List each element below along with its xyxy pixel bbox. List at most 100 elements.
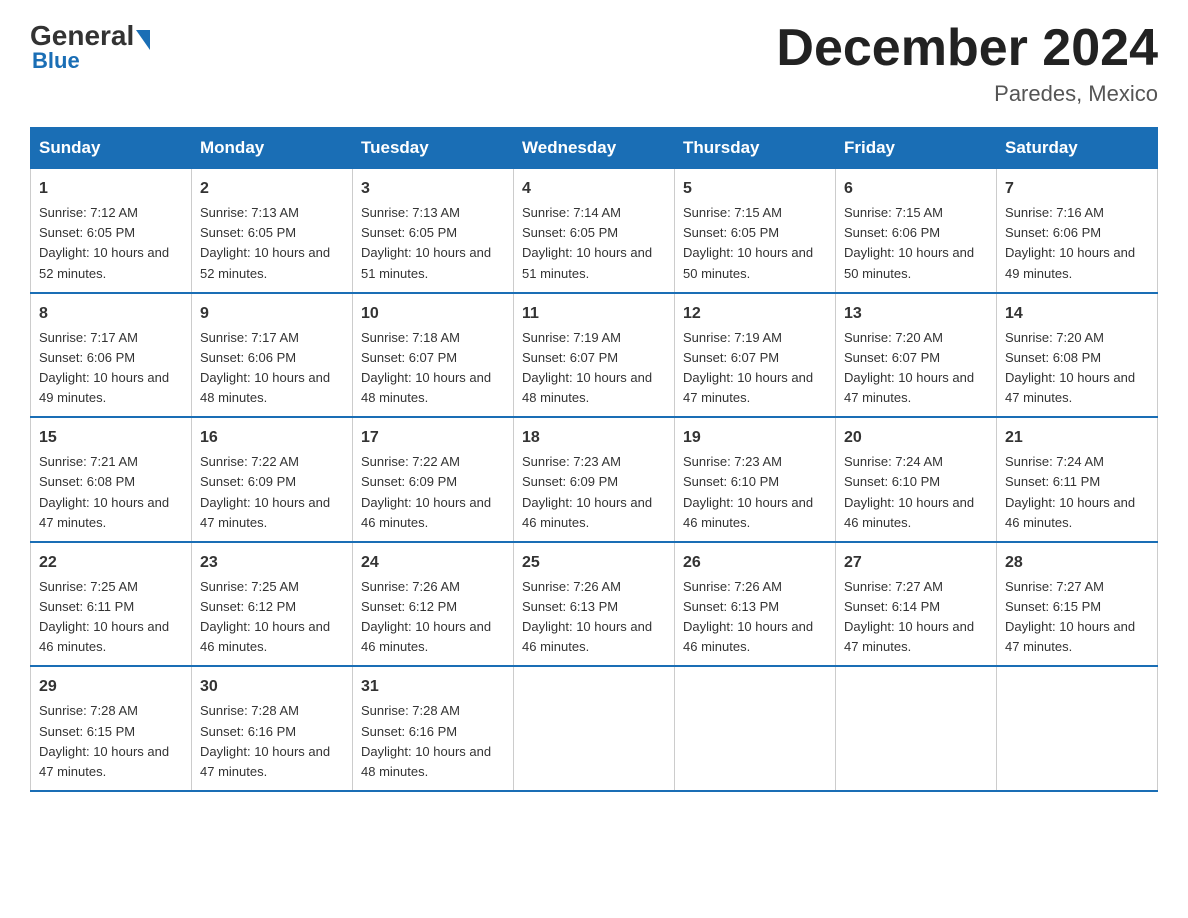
day-number: 14 [1005, 302, 1149, 326]
table-row: 2 Sunrise: 7:13 AMSunset: 6:05 PMDayligh… [192, 169, 353, 293]
day-info: Sunrise: 7:25 AMSunset: 6:11 PMDaylight:… [39, 579, 169, 654]
day-info: Sunrise: 7:20 AMSunset: 6:07 PMDaylight:… [844, 330, 974, 405]
day-number: 21 [1005, 426, 1149, 450]
day-number: 22 [39, 551, 183, 575]
day-number: 12 [683, 302, 827, 326]
title-area: December 2024 Paredes, Mexico [776, 20, 1158, 107]
col-friday: Friday [836, 128, 997, 169]
day-info: Sunrise: 7:27 AMSunset: 6:15 PMDaylight:… [1005, 579, 1135, 654]
table-row: 25 Sunrise: 7:26 AMSunset: 6:13 PMDaylig… [514, 542, 675, 667]
day-info: Sunrise: 7:13 AMSunset: 6:05 PMDaylight:… [200, 205, 330, 280]
table-row: 13 Sunrise: 7:20 AMSunset: 6:07 PMDaylig… [836, 293, 997, 418]
table-row: 15 Sunrise: 7:21 AMSunset: 6:08 PMDaylig… [31, 417, 192, 542]
col-thursday: Thursday [675, 128, 836, 169]
day-number: 29 [39, 675, 183, 699]
day-number: 26 [683, 551, 827, 575]
day-info: Sunrise: 7:15 AMSunset: 6:06 PMDaylight:… [844, 205, 974, 280]
day-number: 13 [844, 302, 988, 326]
calendar-week-row: 29 Sunrise: 7:28 AMSunset: 6:15 PMDaylig… [31, 666, 1158, 791]
day-number: 4 [522, 177, 666, 201]
day-info: Sunrise: 7:14 AMSunset: 6:05 PMDaylight:… [522, 205, 652, 280]
table-row: 9 Sunrise: 7:17 AMSunset: 6:06 PMDayligh… [192, 293, 353, 418]
day-number: 2 [200, 177, 344, 201]
location: Paredes, Mexico [776, 81, 1158, 107]
calendar-week-row: 15 Sunrise: 7:21 AMSunset: 6:08 PMDaylig… [31, 417, 1158, 542]
table-row: 27 Sunrise: 7:27 AMSunset: 6:14 PMDaylig… [836, 542, 997, 667]
day-info: Sunrise: 7:15 AMSunset: 6:05 PMDaylight:… [683, 205, 813, 280]
day-number: 27 [844, 551, 988, 575]
col-monday: Monday [192, 128, 353, 169]
col-saturday: Saturday [997, 128, 1158, 169]
day-info: Sunrise: 7:26 AMSunset: 6:12 PMDaylight:… [361, 579, 491, 654]
day-number: 11 [522, 302, 666, 326]
day-info: Sunrise: 7:24 AMSunset: 6:10 PMDaylight:… [844, 454, 974, 529]
day-number: 5 [683, 177, 827, 201]
day-info: Sunrise: 7:18 AMSunset: 6:07 PMDaylight:… [361, 330, 491, 405]
table-row [514, 666, 675, 791]
calendar-week-row: 1 Sunrise: 7:12 AMSunset: 6:05 PMDayligh… [31, 169, 1158, 293]
day-info: Sunrise: 7:19 AMSunset: 6:07 PMDaylight:… [683, 330, 813, 405]
day-number: 15 [39, 426, 183, 450]
day-info: Sunrise: 7:17 AMSunset: 6:06 PMDaylight:… [39, 330, 169, 405]
table-row: 20 Sunrise: 7:24 AMSunset: 6:10 PMDaylig… [836, 417, 997, 542]
day-info: Sunrise: 7:17 AMSunset: 6:06 PMDaylight:… [200, 330, 330, 405]
day-number: 6 [844, 177, 988, 201]
day-number: 20 [844, 426, 988, 450]
logo-arrow-icon [136, 30, 150, 50]
day-number: 30 [200, 675, 344, 699]
day-info: Sunrise: 7:23 AMSunset: 6:09 PMDaylight:… [522, 454, 652, 529]
calendar-table: Sunday Monday Tuesday Wednesday Thursday… [30, 127, 1158, 792]
day-number: 23 [200, 551, 344, 575]
day-number: 3 [361, 177, 505, 201]
calendar-header-row: Sunday Monday Tuesday Wednesday Thursday… [31, 128, 1158, 169]
day-info: Sunrise: 7:28 AMSunset: 6:16 PMDaylight:… [361, 703, 491, 778]
day-info: Sunrise: 7:12 AMSunset: 6:05 PMDaylight:… [39, 205, 169, 280]
calendar-week-row: 22 Sunrise: 7:25 AMSunset: 6:11 PMDaylig… [31, 542, 1158, 667]
day-info: Sunrise: 7:28 AMSunset: 6:15 PMDaylight:… [39, 703, 169, 778]
day-number: 19 [683, 426, 827, 450]
table-row: 6 Sunrise: 7:15 AMSunset: 6:06 PMDayligh… [836, 169, 997, 293]
page-header: General Blue December 2024 Paredes, Mexi… [30, 20, 1158, 107]
calendar-week-row: 8 Sunrise: 7:17 AMSunset: 6:06 PMDayligh… [31, 293, 1158, 418]
logo-blue-text: Blue [32, 48, 80, 74]
table-row: 14 Sunrise: 7:20 AMSunset: 6:08 PMDaylig… [997, 293, 1158, 418]
day-number: 17 [361, 426, 505, 450]
table-row: 4 Sunrise: 7:14 AMSunset: 6:05 PMDayligh… [514, 169, 675, 293]
day-number: 9 [200, 302, 344, 326]
day-info: Sunrise: 7:27 AMSunset: 6:14 PMDaylight:… [844, 579, 974, 654]
table-row: 19 Sunrise: 7:23 AMSunset: 6:10 PMDaylig… [675, 417, 836, 542]
table-row [997, 666, 1158, 791]
table-row [675, 666, 836, 791]
col-sunday: Sunday [31, 128, 192, 169]
table-row: 8 Sunrise: 7:17 AMSunset: 6:06 PMDayligh… [31, 293, 192, 418]
day-info: Sunrise: 7:21 AMSunset: 6:08 PMDaylight:… [39, 454, 169, 529]
table-row: 10 Sunrise: 7:18 AMSunset: 6:07 PMDaylig… [353, 293, 514, 418]
day-number: 24 [361, 551, 505, 575]
col-wednesday: Wednesday [514, 128, 675, 169]
table-row: 7 Sunrise: 7:16 AMSunset: 6:06 PMDayligh… [997, 169, 1158, 293]
col-tuesday: Tuesday [353, 128, 514, 169]
day-number: 25 [522, 551, 666, 575]
logo: General Blue [30, 20, 152, 74]
day-info: Sunrise: 7:24 AMSunset: 6:11 PMDaylight:… [1005, 454, 1135, 529]
day-number: 18 [522, 426, 666, 450]
table-row: 22 Sunrise: 7:25 AMSunset: 6:11 PMDaylig… [31, 542, 192, 667]
day-info: Sunrise: 7:25 AMSunset: 6:12 PMDaylight:… [200, 579, 330, 654]
table-row: 11 Sunrise: 7:19 AMSunset: 6:07 PMDaylig… [514, 293, 675, 418]
table-row: 31 Sunrise: 7:28 AMSunset: 6:16 PMDaylig… [353, 666, 514, 791]
day-info: Sunrise: 7:20 AMSunset: 6:08 PMDaylight:… [1005, 330, 1135, 405]
month-title: December 2024 [776, 20, 1158, 77]
table-row [836, 666, 997, 791]
day-info: Sunrise: 7:16 AMSunset: 6:06 PMDaylight:… [1005, 205, 1135, 280]
day-info: Sunrise: 7:26 AMSunset: 6:13 PMDaylight:… [522, 579, 652, 654]
day-info: Sunrise: 7:26 AMSunset: 6:13 PMDaylight:… [683, 579, 813, 654]
table-row: 23 Sunrise: 7:25 AMSunset: 6:12 PMDaylig… [192, 542, 353, 667]
table-row: 3 Sunrise: 7:13 AMSunset: 6:05 PMDayligh… [353, 169, 514, 293]
day-info: Sunrise: 7:22 AMSunset: 6:09 PMDaylight:… [200, 454, 330, 529]
day-info: Sunrise: 7:22 AMSunset: 6:09 PMDaylight:… [361, 454, 491, 529]
day-info: Sunrise: 7:13 AMSunset: 6:05 PMDaylight:… [361, 205, 491, 280]
table-row: 28 Sunrise: 7:27 AMSunset: 6:15 PMDaylig… [997, 542, 1158, 667]
table-row: 16 Sunrise: 7:22 AMSunset: 6:09 PMDaylig… [192, 417, 353, 542]
table-row: 24 Sunrise: 7:26 AMSunset: 6:12 PMDaylig… [353, 542, 514, 667]
table-row: 1 Sunrise: 7:12 AMSunset: 6:05 PMDayligh… [31, 169, 192, 293]
